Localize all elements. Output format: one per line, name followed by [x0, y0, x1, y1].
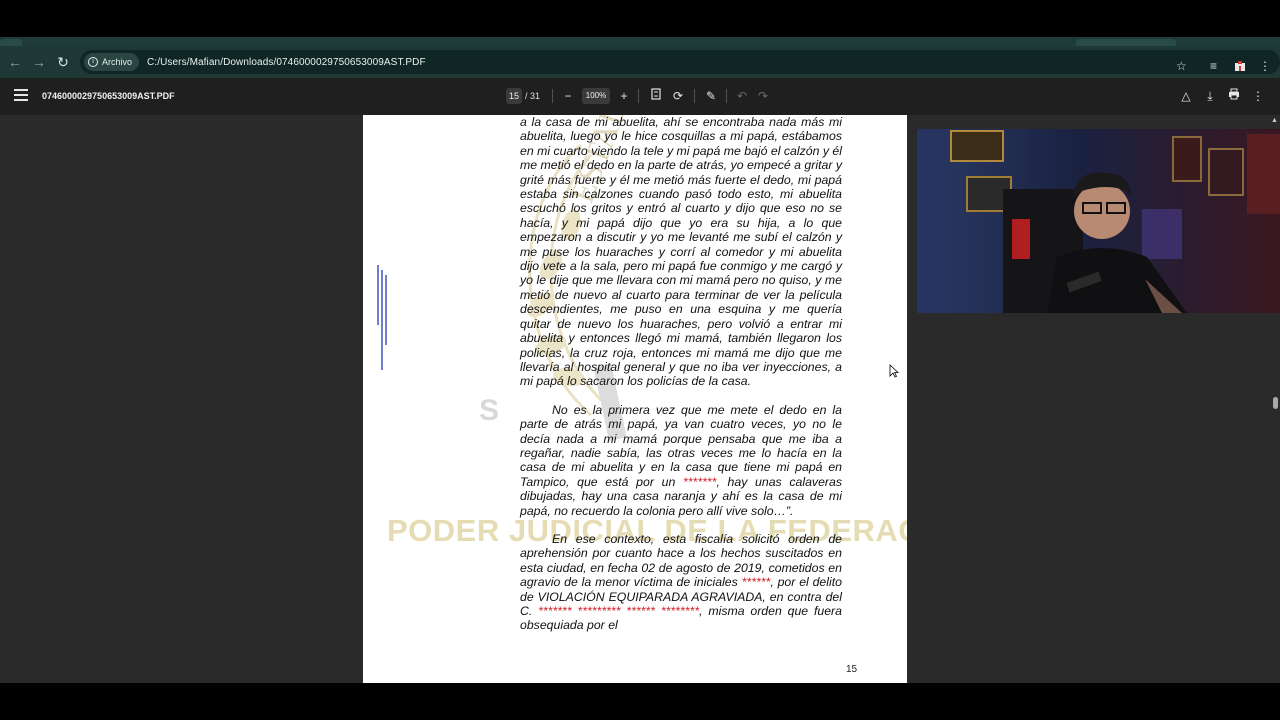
redaction: ******* [682, 474, 717, 489]
zoom-level-input[interactable]: 100% [582, 88, 610, 104]
site-info-chip[interactable]: i Archivo [84, 53, 140, 71]
svg-text:S: S [479, 394, 499, 427]
redaction: ******** [660, 604, 700, 618]
sidebar-menu-icon[interactable] [14, 89, 28, 103]
pdf-page: ESTADOS S PODER JUDICIAL DE LA FEDERACIÓ… [363, 115, 907, 683]
reload-icon[interactable]: ↻ [51, 50, 75, 74]
webcam-overlay [917, 129, 1280, 313]
forward-icon[interactable]: → [27, 50, 51, 74]
paragraph: a la casa de mi abuelita, ahí se encontr… [520, 115, 842, 389]
screen: ← → ↻ i Archivo C:/Users/Mafian/Download… [0, 0, 1280, 720]
drive-save-icon[interactable]: △ [1178, 88, 1194, 104]
address-bar: ← → ↻ i Archivo C:/Users/Mafian/Download… [0, 46, 1280, 78]
fit-page-icon[interactable] [648, 88, 664, 104]
document-title: 0746000029750653009AST.PDF [42, 91, 175, 101]
divider [694, 89, 695, 103]
page-number-input[interactable]: 15 [506, 88, 522, 104]
rotate-icon[interactable]: ⟳ [670, 88, 686, 104]
back-icon[interactable]: ← [3, 50, 27, 74]
undo-icon[interactable]: ↶ [734, 88, 750, 104]
page-number: 15 [846, 664, 858, 675]
print-icon[interactable] [1226, 88, 1242, 104]
tab-strip [0, 37, 1280, 46]
more-options-icon[interactable]: ⋮ [1250, 88, 1266, 104]
pdf-toolbar: 0746000029750653009AST.PDF 15 / 31 − 100… [0, 78, 1280, 115]
omnibox[interactable]: i Archivo C:/Users/Mafian/Downloads/0746… [80, 50, 1280, 74]
scrollbar-thumb[interactable] [1273, 397, 1278, 409]
total-pages: / 31 [525, 91, 541, 101]
redaction: ******* ********* ****** [538, 604, 656, 618]
tab-fragment[interactable] [1076, 39, 1176, 46]
site-chip-label: Archivo [102, 57, 133, 67]
info-icon: i [88, 57, 98, 67]
divider [638, 89, 639, 103]
zoom-out-icon[interactable]: − [560, 88, 576, 104]
redaction: ****** [741, 575, 771, 590]
paragraph: No es la primera vez que me mete el dedo… [520, 403, 842, 518]
url-text[interactable]: C:/Users/Mafian/Downloads/07460000297506… [147, 57, 426, 68]
annotate-icon[interactable]: ✎ [703, 88, 719, 104]
letterbox-bottom [0, 683, 1280, 720]
zoom-in-icon[interactable]: + [616, 88, 632, 104]
redo-icon[interactable]: ↷ [755, 88, 771, 104]
tab-fragment[interactable] [0, 39, 22, 46]
scroll-up-icon[interactable]: ▲ [1271, 117, 1278, 124]
paragraph: En ese contexto, esta fiscalía solicitó … [520, 532, 842, 633]
margin-stamp [375, 265, 391, 375]
download-icon[interactable]: ⤓ [1202, 88, 1218, 104]
document-text: a la casa de mi abuelita, ahí se encontr… [520, 115, 842, 633]
mouse-cursor-icon [889, 364, 899, 378]
divider [552, 89, 553, 103]
divider [726, 89, 727, 103]
